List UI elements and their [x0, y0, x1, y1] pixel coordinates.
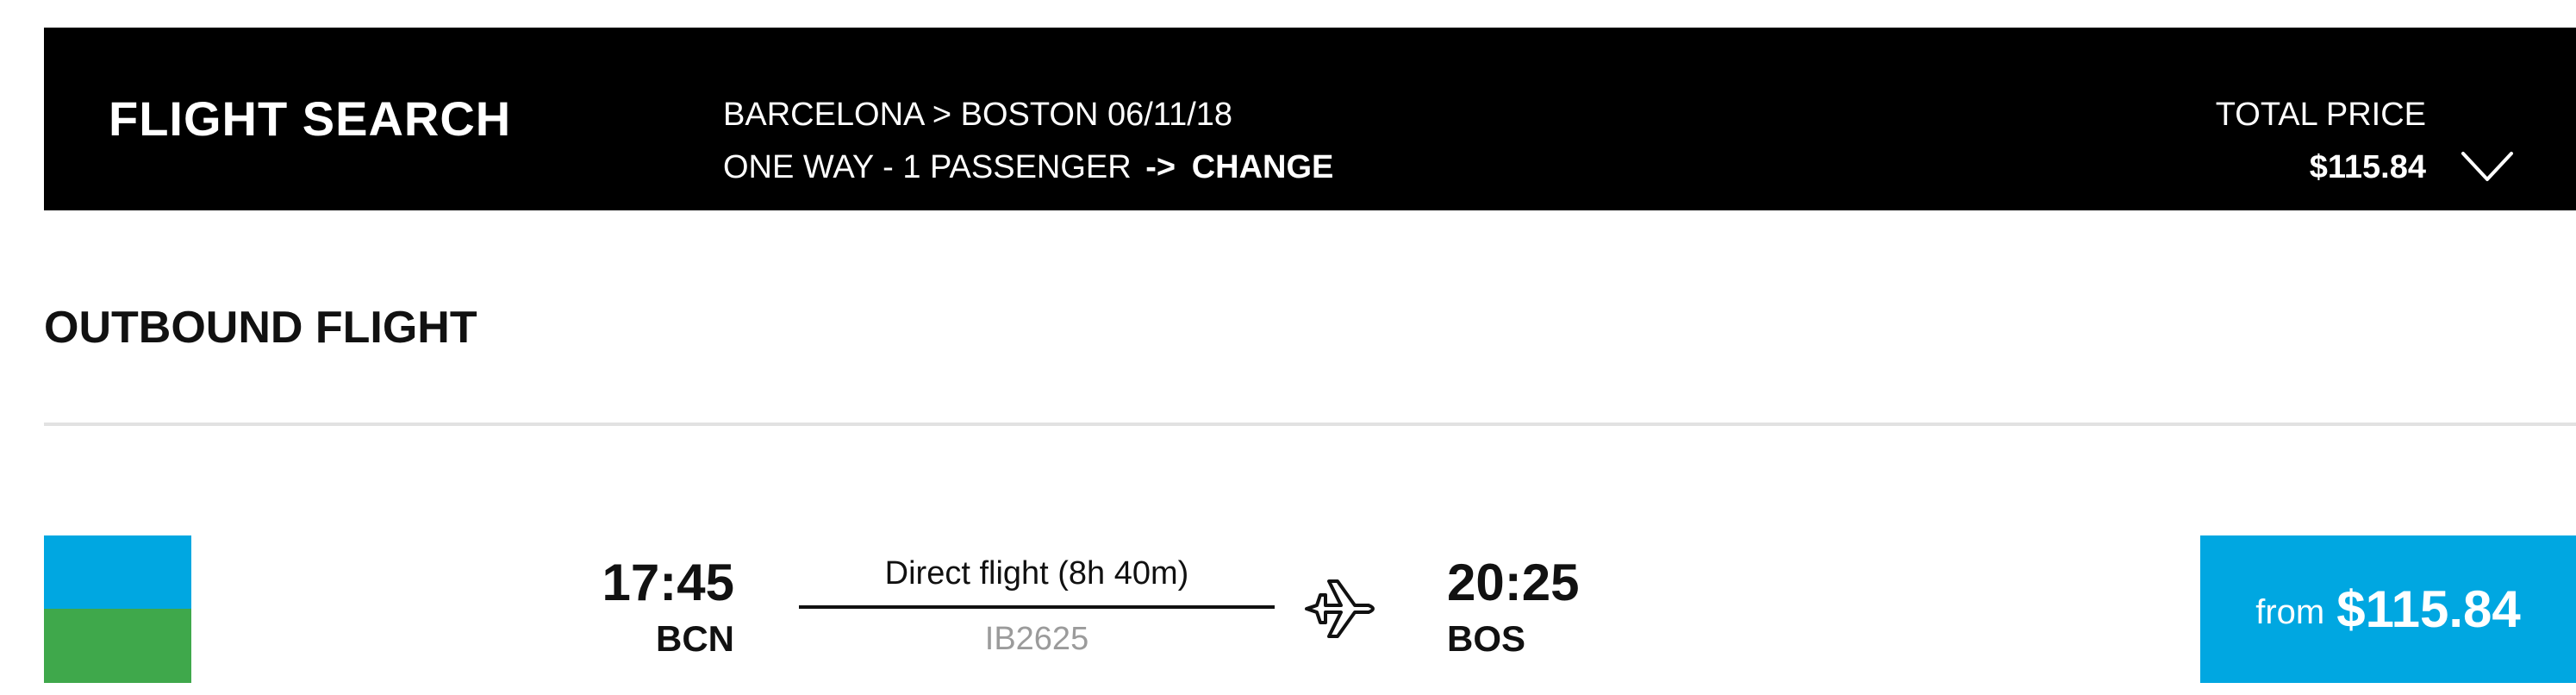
trip-summary-text: ONE WAY - 1 PASSENGER	[723, 149, 1132, 185]
select-flight-price-button[interactable]: from $115.84	[2200, 535, 2576, 683]
top-bar: FLIGHT SEARCH BARCELONA > BOSTON 06/11/1…	[44, 28, 2576, 210]
section-title: OUTBOUND FLIGHT	[44, 303, 477, 353]
total-price-label: TOTAL PRICE	[2215, 97, 2426, 133]
airline-logo-ground	[44, 609, 191, 683]
flight-price: $115.84	[2336, 580, 2521, 638]
departure-time: 17:45	[602, 554, 734, 611]
arrival-time: 20:25	[1447, 554, 1580, 611]
flight-route-line	[799, 605, 1275, 609]
airline-logo	[44, 535, 191, 683]
arrival-airport-code: BOS	[1447, 618, 1526, 659]
divider	[44, 423, 2576, 426]
change-arrow: ->	[1145, 149, 1176, 185]
chevron-down-icon[interactable]	[2460, 148, 2515, 186]
page-title: FLIGHT SEARCH	[109, 91, 512, 146]
flight-number: IB2625	[984, 621, 1089, 657]
departure-airport-code: BCN	[656, 618, 734, 659]
price-prefix: from	[2255, 593, 2325, 631]
total-price-value: $115.84	[2309, 149, 2426, 185]
change-search-link[interactable]: CHANGE	[1192, 149, 1334, 185]
search-route: BARCELONA > BOSTON 06/11/18	[723, 97, 1233, 133]
search-summary: ONE WAY - 1 PASSENGER -> CHANGE	[723, 148, 1333, 186]
airline-logo-sky	[44, 535, 191, 609]
flight-duration: Direct flight (8h 40m)	[884, 555, 1189, 592]
airplane-icon	[1305, 579, 1375, 638]
